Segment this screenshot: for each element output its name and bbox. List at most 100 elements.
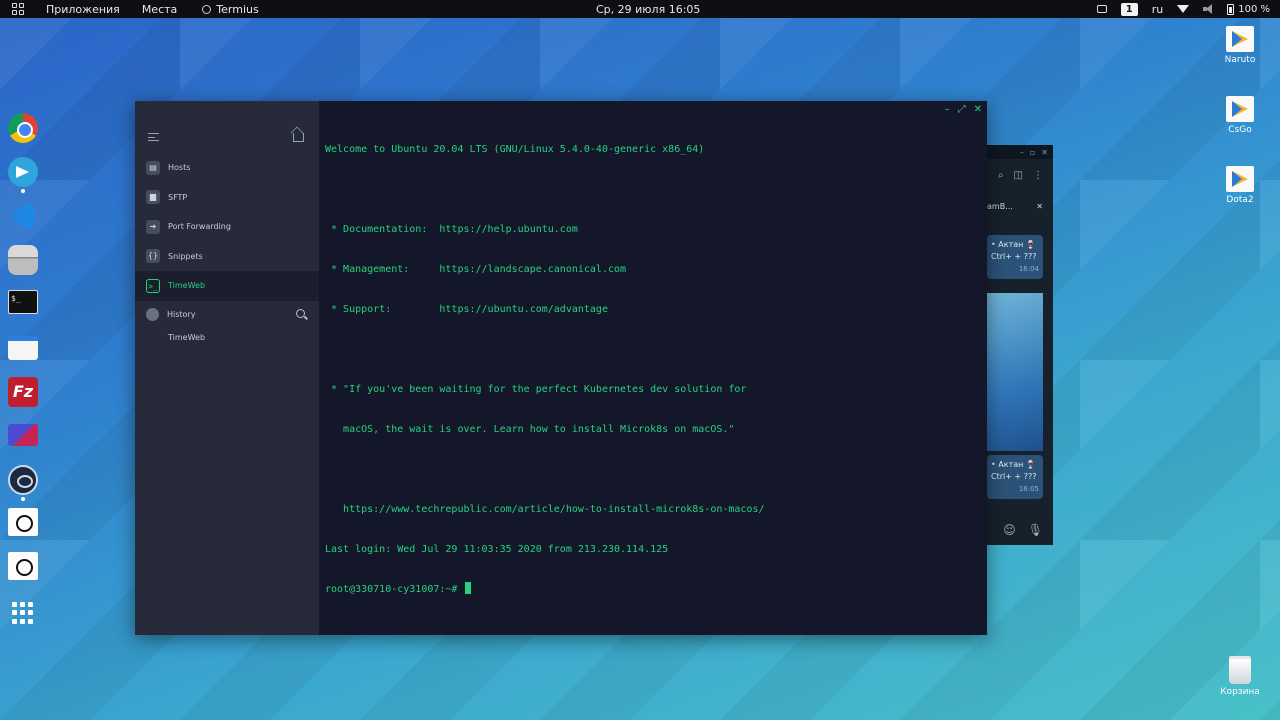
message-bubble[interactable]: • Актан 🍷 Ctrl+ + ??? 16:05 [987,455,1043,499]
filezilla-icon[interactable]: Fz [8,377,38,407]
active-app-label: Termius [216,2,259,16]
telegram-window[interactable]: – ▫ ✕ ⌕ ◫ ⋮ amB... ✕ • Актан 🍷 Ctrl+ + ?… [985,145,1053,545]
top-bar: Приложения Места Termius Ср, 29 июля 16:… [0,0,1280,18]
battery-percent: 100 % [1238,3,1270,15]
termius-window[interactable]: ▤ Hosts ▆ SFTP ➜ Port Forwarding {} Snip… [135,101,987,635]
search-icon[interactable]: ⌕ [998,170,1004,181]
desktop-icon-label: Naruto [1224,55,1256,65]
telegram-chat-tab[interactable]: amB... ✕ [985,191,1053,221]
terminal-output[interactable]: Welcome to Ubuntu 20.04 LTS (GNU/Linux 5… [325,116,975,622]
dock: $_ Fz [0,18,46,720]
message-text: • Актан 🍷 Ctrl+ + ??? [991,460,1037,481]
shortcut-icon [1226,96,1254,122]
history-item-timeweb[interactable]: TimeWeb [135,327,319,349]
braces-icon: {} [146,249,160,264]
minimize-icon[interactable]: – [1020,148,1024,157]
message-bubble[interactable]: • Актан 🍷 Ctrl+ + ??? 16:04 [987,235,1043,279]
monitor-icon[interactable] [8,508,38,536]
sidebar-toggle-icon[interactable]: ◫ [1014,170,1023,181]
sidebar-item-hosts[interactable]: ▤ Hosts [135,153,319,183]
activities-grid-icon[interactable] [12,3,24,15]
wifi-icon[interactable] [1177,5,1190,13]
message-image[interactable] [987,293,1043,451]
places-menu[interactable]: Места [142,0,177,18]
shortcut-icon [1226,166,1254,192]
show-apps-icon[interactable] [8,598,38,628]
active-app-menu[interactable]: Termius [202,0,259,18]
sidebar-item-timeweb-session[interactable]: >_ TimeWeb [135,271,319,301]
sidebar-item-label: Snippets [168,251,203,261]
desktop-icon-trash[interactable]: Корзина [1210,656,1270,697]
terminal-icon[interactable]: $_ [8,290,38,314]
volume-icon[interactable] [1203,4,1213,14]
search-icon[interactable] [296,308,305,318]
maximize-icon[interactable]: ⤢ [958,104,966,115]
keyboard-layout[interactable]: ru [1152,3,1164,16]
menu-icon[interactable] [148,133,159,141]
message-time: 16:04 [1018,265,1039,273]
telegram-icon[interactable] [8,157,38,187]
microphone-icon[interactable]: 🎙 [1028,523,1043,537]
system-tray: 1 ru 100 % [1096,0,1270,18]
prompt-line[interactable]: root@330710-cy31007:~# [325,582,975,595]
running-indicator [21,189,25,193]
sidebar-item-label: Port Forwarding [168,222,231,232]
mega-icon[interactable] [8,465,38,495]
terminal-line: Welcome to Ubuntu 20.04 LTS (GNU/Linux 5… [325,143,705,155]
sidebar-header [135,101,319,153]
home-icon[interactable] [293,133,304,142]
terminal-cursor [465,582,472,595]
sidebar-item-port-forwarding[interactable]: ➜ Port Forwarding [135,212,319,242]
monitor-icon[interactable] [8,552,38,580]
shortcut-icon [1226,26,1254,52]
applications-menu[interactable]: Приложения [46,0,120,18]
history-icon [146,308,159,321]
chrome-icon[interactable] [8,113,38,143]
camera-icon[interactable] [1096,5,1107,13]
running-indicator [21,497,25,501]
battery-icon[interactable] [1227,3,1235,15]
emoji-icon[interactable]: ☺ [1003,523,1016,537]
desktop-icon-naruto[interactable]: Naruto [1210,26,1270,65]
terminal-line: * Management: https://landscape.canonica… [325,263,627,275]
sidebar-item-label: Hosts [168,163,191,173]
desktop-icon-label: Dota2 [1226,195,1254,205]
rdp-icon[interactable] [8,424,38,446]
telegram-titlebar: – ▫ ✕ [985,145,1053,159]
message-time: 16:05 [1018,485,1039,493]
terminal-line: * "If you've been waiting for the perfec… [325,383,747,395]
sidebar-item-label: TimeWeb [168,281,206,291]
termius-sidebar: ▤ Hosts ▆ SFTP ➜ Port Forwarding {} Snip… [135,101,319,635]
terminal-line: https://www.techrepublic.com/article/how… [325,503,765,515]
terminal-line: Last login: Wed Jul 29 11:03:35 2020 fro… [325,543,669,555]
message-text: • Актан 🍷 Ctrl+ + ??? [991,240,1037,261]
sidebar-item-snippets[interactable]: {} Snippets [135,242,319,272]
chat-tab-label: amB... [987,201,1013,211]
files-icon[interactable] [8,336,38,360]
sidebar-item-label: SFTP [168,192,188,202]
close-icon[interactable]: ✕ [1041,148,1048,157]
sidebar-item-sftp[interactable]: ▆ SFTP [135,183,319,213]
more-icon[interactable]: ⋮ [1033,170,1043,181]
maximize-icon[interactable]: ▫ [1030,148,1035,157]
termius-icon [202,4,212,14]
desktop-icon-dota2[interactable]: Dota2 [1210,166,1270,205]
trash-icon [1229,656,1251,684]
close-icon[interactable]: ✕ [1036,202,1043,211]
close-icon[interactable]: ✕ [974,104,982,115]
minimize-icon[interactable]: – [945,104,950,115]
vscode-icon[interactable] [8,201,38,231]
desktop-icon-csgo[interactable]: CsGo [1210,96,1270,135]
workspace-indicator[interactable]: 1 [1120,2,1138,16]
desktop-icon-label: CsGo [1228,125,1252,135]
telegram-toolbar: ⌕ ◫ ⋮ [985,159,1053,191]
terminal-line: * Support: https://ubuntu.com/advantage [325,303,608,315]
forward-icon: ➜ [146,219,160,234]
clock[interactable]: Ср, 29 июля 16:05 [596,0,700,18]
history-label: History [167,310,196,319]
disks-icon[interactable] [8,245,38,275]
terminal-prompt-icon: >_ [146,278,160,293]
